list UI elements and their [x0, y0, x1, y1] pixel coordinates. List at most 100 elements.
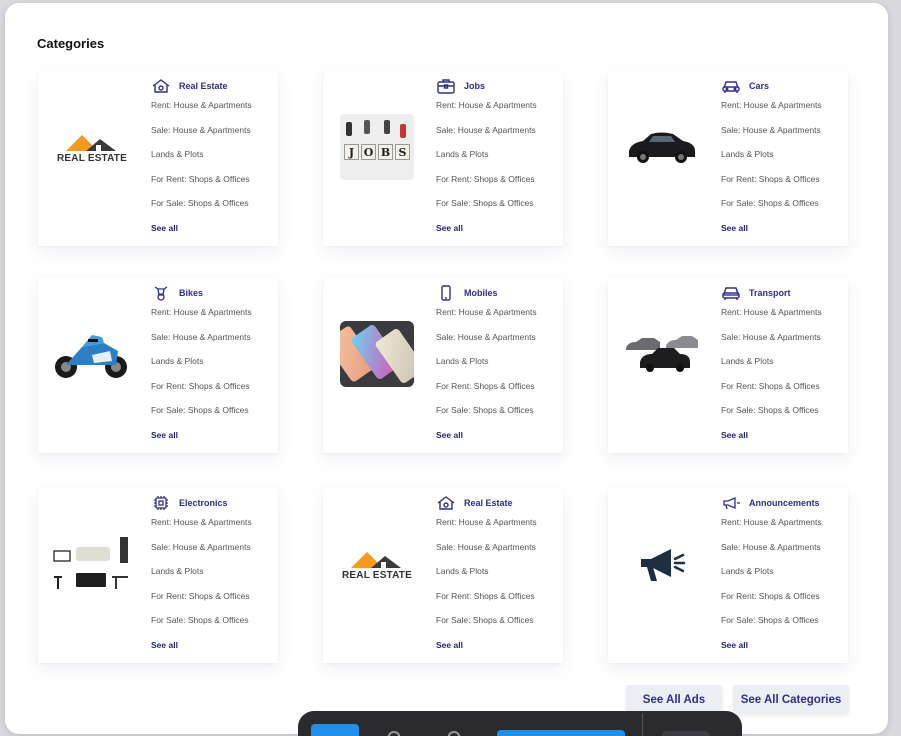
subcategory-link[interactable]: For Rent: Shops & Offices: [436, 380, 537, 405]
category-card-transport[interactable]: Transport Rent: House & Apartments Sale: …: [608, 278, 848, 453]
subcategory-link[interactable]: Rent: House & Apartments: [436, 306, 537, 331]
subcategory-link[interactable]: For Sale: Shops & Offices: [721, 614, 822, 639]
see-all-link[interactable]: See all: [151, 223, 178, 233]
category-thumbnail[interactable]: JOBS: [335, 109, 419, 185]
subcategory-link[interactable]: Rent: House & Apartments: [436, 516, 537, 541]
taskbar-search-icon[interactable]: [448, 731, 460, 736]
category-card-real-estate[interactable]: REAL ESTATE Real Estate Rent: House & Ap…: [38, 71, 278, 246]
taskbar-app-button[interactable]: [497, 730, 625, 736]
category-title[interactable]: Cars: [749, 81, 769, 91]
category-card-announcements[interactable]: Announcements Rent: House & Apartments Sa…: [608, 488, 848, 663]
category-header[interactable]: Electronics: [151, 494, 228, 512]
subcategory-link[interactable]: For Rent: Shops & Offices: [151, 590, 252, 615]
subcategory-link[interactable]: For Rent: Shops & Offices: [721, 590, 822, 615]
see-all-link[interactable]: See all: [151, 640, 178, 650]
category-header[interactable]: Real Estate: [151, 77, 228, 95]
subcategory-link[interactable]: Lands & Plots: [436, 148, 537, 173]
category-card-cars[interactable]: Cars Rent: House & Apartments Sale: House…: [608, 71, 848, 246]
see-all-link[interactable]: See all: [436, 430, 463, 440]
category-card-mobiles[interactable]: Mobiles Rent: House & Apartments Sale: Ho…: [323, 278, 563, 453]
subcategory-link[interactable]: Rent: House & Apartments: [151, 306, 252, 331]
subcategory-link[interactable]: Sale: House & Apartments: [151, 331, 252, 356]
subcategory-link[interactable]: For Sale: Shops & Offices: [436, 404, 537, 429]
subcategory-link[interactable]: For Sale: Shops & Offices: [151, 197, 252, 222]
category-thumbnail[interactable]: [50, 526, 134, 602]
category-title[interactable]: Announcements: [749, 498, 820, 508]
subcategory-link[interactable]: Sale: House & Apartments: [721, 541, 822, 566]
subcategory-link[interactable]: Rent: House & Apartments: [151, 99, 252, 124]
subcategory-link[interactable]: For Rent: Shops & Offices: [721, 173, 822, 198]
subcategory-link[interactable]: For Rent: Shops & Offices: [151, 380, 252, 405]
category-thumbnail[interactable]: [620, 526, 704, 602]
subcategory-link[interactable]: Rent: House & Apartments: [436, 99, 537, 124]
category-card-jobs[interactable]: JOBS Jobs Rent: House & Apartments Sale: …: [323, 71, 563, 246]
see-all-link[interactable]: See all: [151, 430, 178, 440]
subcategory-link[interactable]: For Rent: Shops & Offices: [436, 173, 537, 198]
see-all-link[interactable]: See all: [721, 640, 748, 650]
subcategory-link[interactable]: For Sale: Shops & Offices: [721, 404, 822, 429]
subcategory-link[interactable]: Lands & Plots: [721, 148, 822, 173]
category-card-real-estate[interactable]: REAL ESTATE Real Estate Rent: House & Ap…: [323, 488, 563, 663]
subcategory-link[interactable]: Lands & Plots: [151, 355, 252, 380]
category-header[interactable]: Bikes: [151, 284, 203, 302]
subcategory-link[interactable]: Lands & Plots: [721, 565, 822, 590]
subcategory-link[interactable]: Sale: House & Apartments: [721, 124, 822, 149]
subcategory-link[interactable]: Sale: House & Apartments: [151, 541, 252, 566]
subcategory-link[interactable]: For Sale: Shops & Offices: [151, 614, 252, 639]
chip-icon: [151, 494, 171, 512]
subcategory-link[interactable]: Lands & Plots: [721, 355, 822, 380]
subcategory-link[interactable]: For Sale: Shops & Offices: [151, 404, 252, 429]
real-estate-logo-mark: [65, 134, 116, 151]
see-all-ads-button[interactable]: See All Ads: [626, 685, 722, 714]
see-all-link[interactable]: See all: [721, 223, 748, 233]
subcategory-link[interactable]: Rent: House & Apartments: [721, 99, 822, 124]
category-title[interactable]: Bikes: [179, 288, 203, 298]
subcategory-link[interactable]: Lands & Plots: [436, 565, 537, 590]
category-thumbnail[interactable]: REAL ESTATE: [50, 109, 134, 185]
subcategory-link[interactable]: Sale: House & Apartments: [436, 124, 537, 149]
category-card-electronics[interactable]: Electronics Rent: House & Apartments Sale…: [38, 488, 278, 663]
category-card-bikes[interactable]: Bikes Rent: House & Apartments Sale: Hous…: [38, 278, 278, 453]
see-all-link[interactable]: See all: [436, 223, 463, 233]
category-thumbnail[interactable]: [335, 316, 419, 392]
category-title[interactable]: Mobiles: [464, 288, 498, 298]
see-all-link[interactable]: See all: [436, 640, 463, 650]
subcategory-link[interactable]: For Rent: Shops & Offices: [721, 380, 822, 405]
category-header[interactable]: Mobiles: [436, 284, 498, 302]
category-thumbnail[interactable]: [620, 316, 704, 392]
category-title[interactable]: Jobs: [464, 81, 485, 91]
taskbar-active-app[interactable]: [311, 724, 359, 736]
subcategory-link[interactable]: Lands & Plots: [151, 565, 252, 590]
category-header[interactable]: Cars: [721, 77, 769, 95]
category-title[interactable]: Electronics: [179, 498, 228, 508]
taskbar-settings-icon[interactable]: [388, 731, 400, 736]
category-header[interactable]: Announcements: [721, 494, 820, 512]
subcategory-link[interactable]: Lands & Plots: [436, 355, 537, 380]
subcategory-link[interactable]: Sale: House & Apartments: [721, 331, 822, 356]
subcategory-link[interactable]: Rent: House & Apartments: [721, 306, 822, 331]
category-header[interactable]: Transport: [721, 284, 791, 302]
taskbar-toggle[interactable]: [662, 731, 710, 736]
category-thumbnail[interactable]: [50, 316, 134, 392]
subcategory-link[interactable]: For Sale: Shops & Offices: [721, 197, 822, 222]
subcategory-link[interactable]: For Rent: Shops & Offices: [436, 590, 537, 615]
subcategory-link[interactable]: Lands & Plots: [151, 148, 252, 173]
category-header[interactable]: Jobs: [436, 77, 485, 95]
subcategory-link[interactable]: Sale: House & Apartments: [151, 124, 252, 149]
subcategory-link[interactable]: Sale: House & Apartments: [436, 331, 537, 356]
category-header[interactable]: Real Estate: [436, 494, 513, 512]
subcategory-link[interactable]: For Sale: Shops & Offices: [436, 197, 537, 222]
jobs-photo: JOBS: [340, 114, 414, 180]
category-title[interactable]: Real Estate: [179, 81, 228, 91]
category-thumbnail[interactable]: [620, 109, 704, 185]
subcategory-link[interactable]: For Sale: Shops & Offices: [436, 614, 537, 639]
category-title[interactable]: Transport: [749, 288, 791, 298]
subcategory-link[interactable]: Sale: House & Apartments: [436, 541, 537, 566]
see-all-categories-button[interactable]: See All Categories: [733, 685, 849, 714]
subcategory-link[interactable]: Rent: House & Apartments: [721, 516, 822, 541]
category-title[interactable]: Real Estate: [464, 498, 513, 508]
see-all-link[interactable]: See all: [721, 430, 748, 440]
subcategory-link[interactable]: Rent: House & Apartments: [151, 516, 252, 541]
category-thumbnail[interactable]: REAL ESTATE: [335, 526, 419, 602]
subcategory-link[interactable]: For Rent: Shops & Offices: [151, 173, 252, 198]
